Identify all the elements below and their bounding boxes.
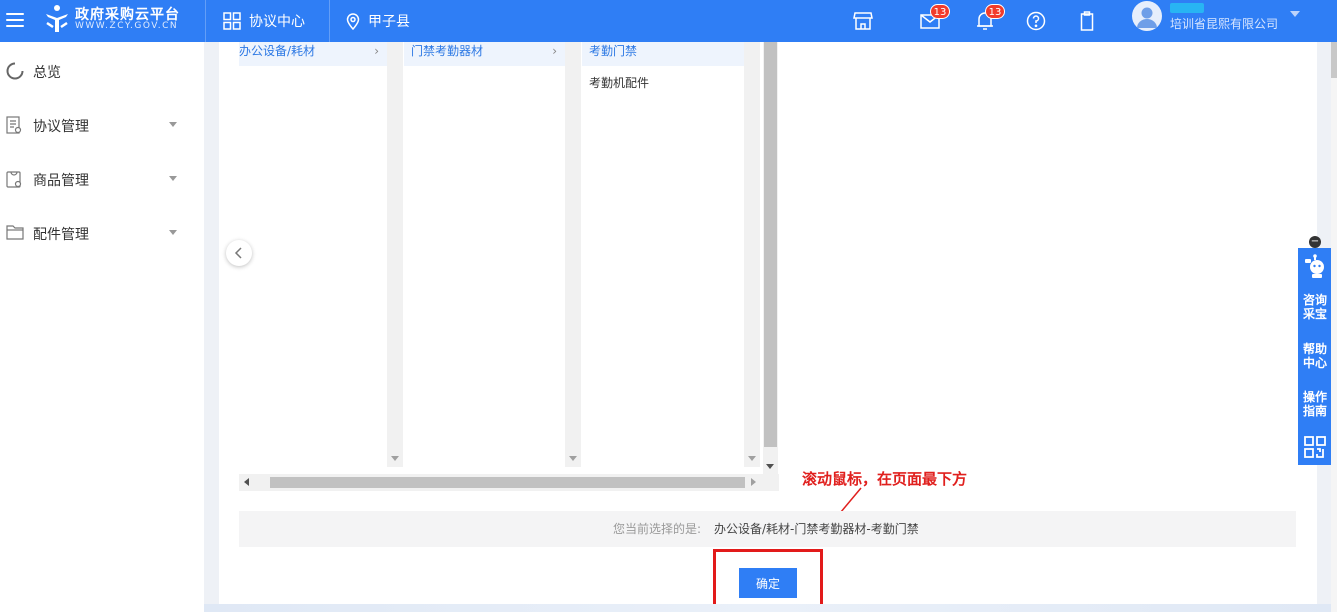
scrollbar-thumb[interactable] <box>1331 42 1337 78</box>
goods-icon <box>6 171 22 188</box>
store-icon <box>853 12 873 30</box>
scroll-down-arrow[interactable] <box>766 464 774 469</box>
chevron-left-icon <box>234 247 242 259</box>
scrollbar-thumb[interactable] <box>764 42 777 447</box>
selection-summary: 您当前选择的是: 办公设备/耗材-门禁考勤器材-考勤门禁 <box>239 511 1296 547</box>
nav-agreement-center-label: 协议中心 <box>249 14 305 30</box>
helper-item-help-center[interactable]: 帮助 中心 <box>1298 342 1332 370</box>
notification-count-badge: 13 <box>985 4 1005 19</box>
chevron-down-icon <box>169 230 177 235</box>
helper-minimize-button[interactable]: − <box>1309 236 1321 248</box>
header-divider <box>329 0 330 42</box>
sidebar-item-agreement[interactable]: 协议管理 <box>0 104 204 144</box>
mail-count-badge: 13 <box>930 4 950 19</box>
menu-icon[interactable] <box>6 9 24 33</box>
sidebar-item-label: 商品管理 <box>33 173 89 189</box>
chevron-down-icon <box>169 122 177 127</box>
grid-icon <box>223 12 241 30</box>
scrollbar-thumb[interactable] <box>270 477 745 488</box>
category-item[interactable]: 考勤门禁 <box>582 42 744 66</box>
category-column-1-scrollbar[interactable] <box>387 42 403 467</box>
category-item[interactable]: 门禁考勤器材 › <box>404 42 565 66</box>
category-vertical-scrollbar[interactable] <box>763 42 778 474</box>
category-item-label: 门禁考勤器材 <box>411 44 484 58</box>
sidebar: 总览 协议管理 商品管理 配件管理 <box>0 42 204 612</box>
chevron-down-icon[interactable] <box>1290 11 1300 17</box>
chevron-down-icon <box>169 176 177 181</box>
clipboard-icon <box>1080 11 1094 31</box>
chevron-right-icon: › <box>374 44 379 58</box>
category-item[interactable]: 考勤机配件 <box>582 74 744 98</box>
selection-value: 办公设备/耗材-门禁考勤器材-考勤门禁 <box>714 522 919 536</box>
scroll-right-arrow[interactable] <box>751 478 756 486</box>
category-column-1: 办公设备/耗材 › <box>239 42 387 467</box>
overview-ring-icon <box>6 62 24 80</box>
user-name-mask <box>1170 3 1204 13</box>
folder-icon <box>6 225 24 240</box>
category-item-label: 考勤门禁 <box>589 44 638 58</box>
top-header: 政府采购云平台 WWW.ZCY.GOV.CN 协议中心 甲子县 13 13 培训… <box>0 0 1337 42</box>
help-circle-icon <box>1026 11 1046 31</box>
category-item[interactable]: 办公设备/耗材 › <box>239 42 387 66</box>
avatar[interactable] <box>1132 1 1162 31</box>
helper-item-guide[interactable]: 操作 指南 <box>1298 390 1332 418</box>
page-scrollbar[interactable] <box>1331 42 1337 612</box>
category-column-3: 考勤门禁 考勤机配件 <box>582 42 744 467</box>
mail-button[interactable]: 13 <box>913 4 950 38</box>
nav-agreement-center[interactable]: 协议中心 <box>223 0 305 42</box>
scroll-left-arrow[interactable] <box>244 478 249 486</box>
sidebar-item-label: 总览 <box>33 65 61 81</box>
location-pin-icon <box>346 12 360 30</box>
sidebar-item-goods[interactable]: 商品管理 <box>0 158 204 198</box>
category-item-label: 考勤机配件 <box>589 76 650 90</box>
chevron-right-icon: › <box>552 44 557 58</box>
qr-code-icon[interactable] <box>1304 436 1326 458</box>
confirm-button[interactable]: 确定 <box>739 568 797 598</box>
category-horizontal-scrollbar[interactable] <box>239 474 779 491</box>
sidebar-item-label: 协议管理 <box>33 119 89 135</box>
nav-region-label: 甲子县 <box>368 14 410 30</box>
category-column-3-scrollbar[interactable] <box>744 42 760 467</box>
nav-region[interactable]: 甲子县 <box>346 0 410 42</box>
robot-icon[interactable] <box>1303 253 1327 279</box>
selection-label: 您当前选择的是: <box>613 522 702 536</box>
helper-sidebar: 咨询 采宝 帮助 中心 操作 指南 <box>1298 248 1332 465</box>
category-item-label: 办公设备/耗材 <box>239 44 316 58</box>
store-button[interactable] <box>846 4 880 38</box>
help-button[interactable] <box>1019 4 1053 38</box>
company-name[interactable]: 培训省昆熙有限公司 <box>1170 15 1278 32</box>
category-column-2-scrollbar[interactable] <box>565 42 581 467</box>
sidebar-item-parts[interactable]: 配件管理 <box>0 212 204 252</box>
header-divider <box>205 0 206 42</box>
user-avatar-icon <box>1137 7 1157 28</box>
page-bottom-strip <box>204 604 1331 612</box>
category-column-2: 门禁考勤器材 › <box>404 42 565 467</box>
logo-icon <box>46 5 68 32</box>
scroll-left-button[interactable] <box>226 240 252 266</box>
helper-item-consult[interactable]: 咨询 采宝 <box>1298 293 1332 321</box>
notification-button[interactable]: 13 <box>968 4 1005 38</box>
clipboard-button[interactable] <box>1070 4 1104 38</box>
sidebar-item-overview[interactable]: 总览 <box>0 50 204 90</box>
sidebar-item-label: 配件管理 <box>33 227 89 243</box>
document-icon <box>6 116 22 134</box>
logo-subtitle: WWW.ZCY.GOV.CN <box>75 21 179 31</box>
